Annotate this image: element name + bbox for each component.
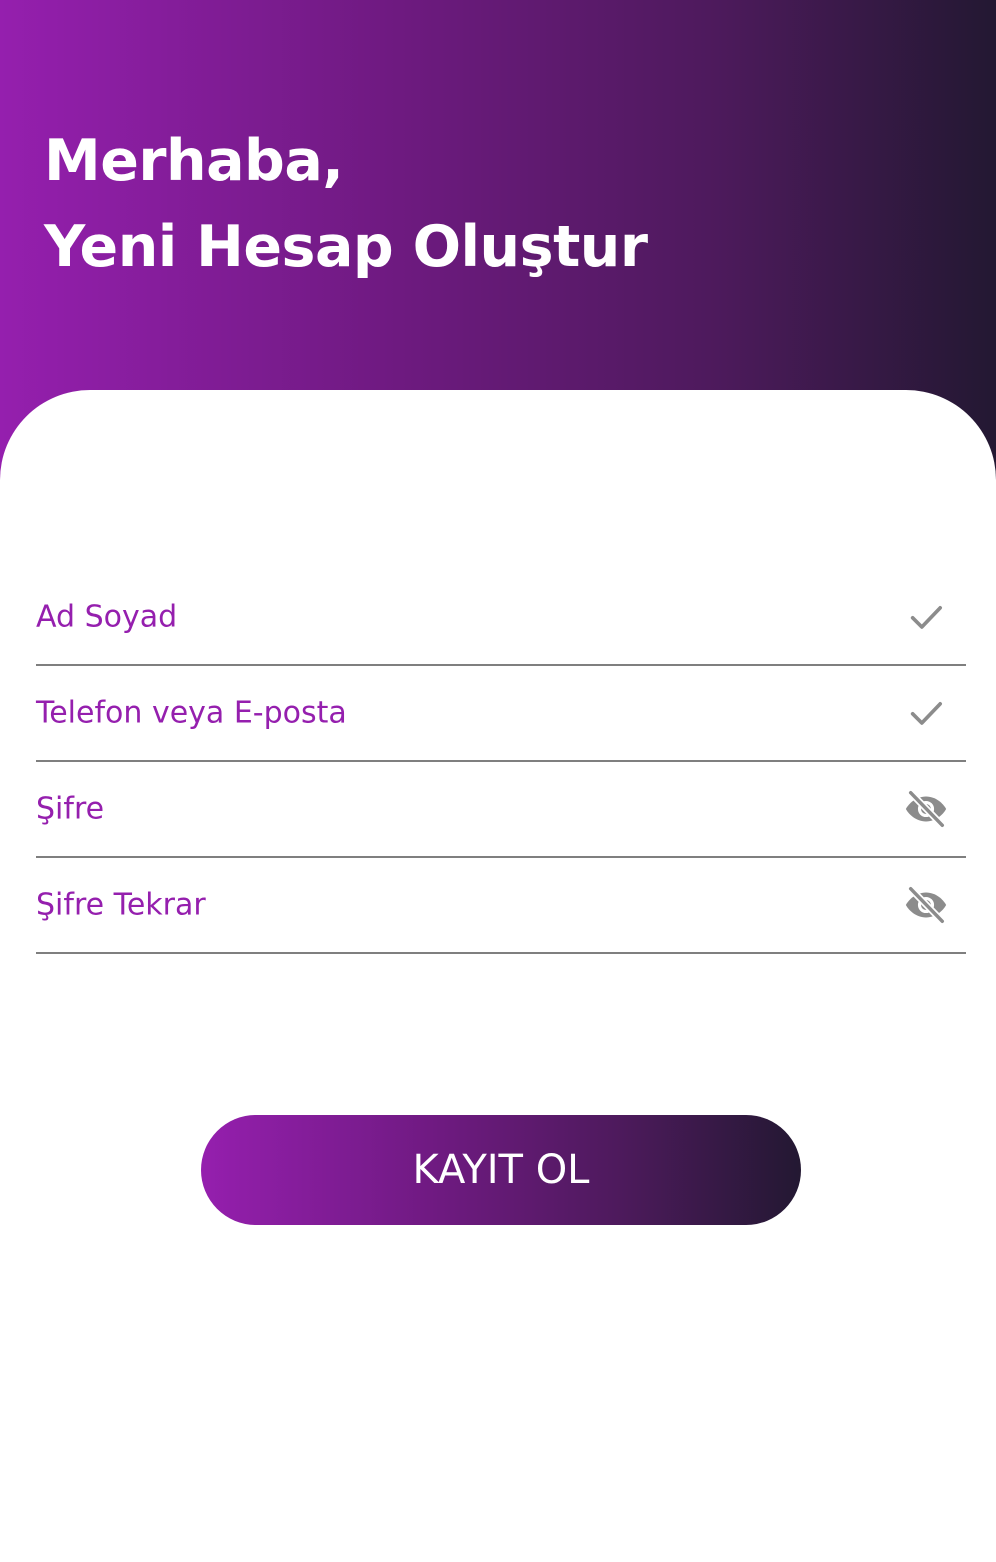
phone-email-field[interactable]: Telefon veya E-posta [36,666,966,762]
page-title: Merhaba, Yeni Hesap Oluştur [44,118,648,290]
password-field-placeholder: Şifre [36,791,105,827]
password-repeat-field[interactable]: Şifre Tekrar [36,858,966,954]
password-field[interactable]: Şifre [36,762,966,858]
name-field[interactable]: Ad Soyad [36,570,966,666]
name-field-placeholder: Ad Soyad [36,599,178,635]
check-icon [902,593,950,641]
check-icon [902,689,950,737]
register-screen: Merhaba, Yeni Hesap Oluştur Ad Soyad Tel… [0,0,996,1562]
register-button[interactable]: KAYIT OL [201,1115,801,1225]
password-repeat-field-placeholder: Şifre Tekrar [36,887,206,923]
phone-email-field-placeholder: Telefon veya E-posta [36,695,347,731]
create-account-text: Yeni Hesap Oluştur [44,214,648,280]
greeting-text: Merhaba, [44,128,344,194]
eye-off-icon[interactable] [902,785,950,833]
form-card: Ad Soyad Telefon veya E-posta Şifre Şifr… [0,390,996,1562]
eye-off-icon[interactable] [902,881,950,929]
